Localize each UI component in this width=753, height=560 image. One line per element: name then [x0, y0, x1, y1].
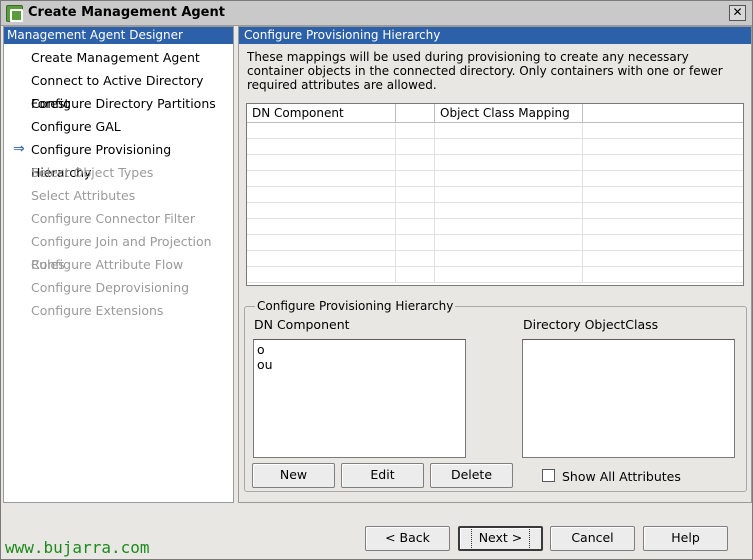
new-button-label: New	[279, 467, 308, 482]
close-icon: ✕	[732, 5, 743, 19]
mapping-grid[interactable]: DN Component Object Class Mapping	[246, 103, 744, 286]
create-management-agent-window: Create Management Agent ✕ Management Age…	[0, 0, 753, 560]
step-join-projection-rules: Configure Join and Projection Rules	[4, 230, 233, 272]
provisioning-hierarchy-pane: Configure Provisioning Hierarchy These m…	[238, 26, 752, 503]
table-row	[247, 171, 743, 187]
step-select-attributes: Select Attributes	[4, 184, 233, 207]
table-row	[247, 235, 743, 251]
step-provisioning-hierarchy[interactable]: ⇒ Configure Provisioning Hierarchy	[4, 138, 233, 180]
edit-button[interactable]: Edit	[341, 463, 424, 488]
help-button[interactable]: Help	[643, 526, 728, 551]
table-row	[247, 155, 743, 171]
step-label: Select Object Types	[31, 165, 154, 180]
next-button-label: Next >	[470, 526, 531, 550]
column-header-object-class-mapping[interactable]: Object Class Mapping	[435, 104, 583, 122]
step-attribute-flow: Configure Attribute Flow	[4, 253, 233, 276]
provisioning-hierarchy-group: Configure Provisioning Hierarchy DN Comp…	[244, 299, 747, 492]
show-all-attributes-label[interactable]: Show All Attributes	[562, 469, 681, 484]
cancel-button-label: Cancel	[571, 530, 614, 545]
list-item[interactable]: o	[257, 342, 462, 357]
back-button[interactable]: < Back	[365, 526, 450, 551]
step-label: Configure Attribute Flow	[31, 257, 184, 272]
list-item[interactable]: ou	[257, 357, 462, 372]
column-header-blank-2[interactable]	[583, 104, 743, 122]
step-label: Configure Connector Filter	[31, 211, 195, 226]
delete-button-label: Delete	[450, 467, 493, 482]
dn-component-label: DN Component	[254, 317, 350, 332]
page-description: These mappings will be used during provi…	[247, 50, 723, 92]
table-row	[247, 219, 743, 235]
watermark: www.bujarra.com	[5, 538, 150, 557]
designer-steps-header: Management Agent Designer	[4, 27, 233, 44]
table-row	[247, 267, 743, 283]
table-row	[247, 123, 743, 139]
next-button[interactable]: Next >	[458, 526, 543, 551]
column-header-blank[interactable]	[396, 104, 435, 122]
designer-steps-pane: Management Agent Designer Create Managem…	[3, 26, 234, 503]
step-select-object-types: Select Object Types	[4, 161, 233, 184]
step-label: Configure Deprovisioning	[31, 280, 190, 295]
help-button-label: Help	[671, 530, 700, 545]
table-row	[247, 139, 743, 155]
edit-button-label: Edit	[370, 467, 395, 482]
step-label: Configure Directory Partitions	[31, 96, 216, 111]
window-title: Create Management Agent	[28, 5, 225, 20]
step-connect-forest[interactable]: Connect to Active Directory Forest	[4, 69, 233, 111]
show-all-attributes-checkbox[interactable]	[542, 469, 555, 482]
page-title: Configure Provisioning Hierarchy	[239, 27, 751, 44]
table-row	[247, 187, 743, 203]
directory-objectclass-label: Directory ObjectClass	[523, 317, 659, 332]
step-connector-filter: Configure Connector Filter	[4, 207, 233, 230]
grid-rows	[247, 123, 743, 283]
current-step-arrow-icon: ⇒	[13, 141, 25, 157]
dn-component-list[interactable]: o ou	[253, 339, 466, 458]
table-row	[247, 203, 743, 219]
back-button-label: < Back	[385, 530, 430, 545]
step-label: Select Attributes	[31, 188, 136, 203]
step-create-management-agent[interactable]: Create Management Agent	[4, 46, 233, 69]
step-label: Configure GAL	[31, 119, 121, 134]
column-header-dn-component[interactable]: DN Component	[247, 104, 396, 122]
step-label: Configure Extensions	[31, 303, 164, 318]
title-bar: Create Management Agent ✕	[1, 1, 752, 26]
delete-button[interactable]: Delete	[430, 463, 513, 488]
group-title: Configure Provisioning Hierarchy	[255, 299, 456, 313]
step-configure-gal[interactable]: Configure GAL	[4, 115, 233, 138]
directory-objectclass-list[interactable]	[522, 339, 735, 458]
new-button[interactable]: New	[252, 463, 335, 488]
grid-header: DN Component Object Class Mapping	[247, 104, 743, 123]
app-icon	[6, 5, 23, 22]
table-row	[247, 251, 743, 267]
step-directory-partitions[interactable]: Configure Directory Partitions	[4, 92, 233, 115]
cancel-button[interactable]: Cancel	[550, 526, 635, 551]
step-label: Create Management Agent	[31, 50, 200, 65]
close-button[interactable]: ✕	[729, 5, 746, 21]
step-extensions: Configure Extensions	[4, 299, 233, 322]
step-deprovisioning: Configure Deprovisioning	[4, 276, 233, 299]
designer-steps-list: Create Management Agent Connect to Activ…	[4, 44, 233, 322]
